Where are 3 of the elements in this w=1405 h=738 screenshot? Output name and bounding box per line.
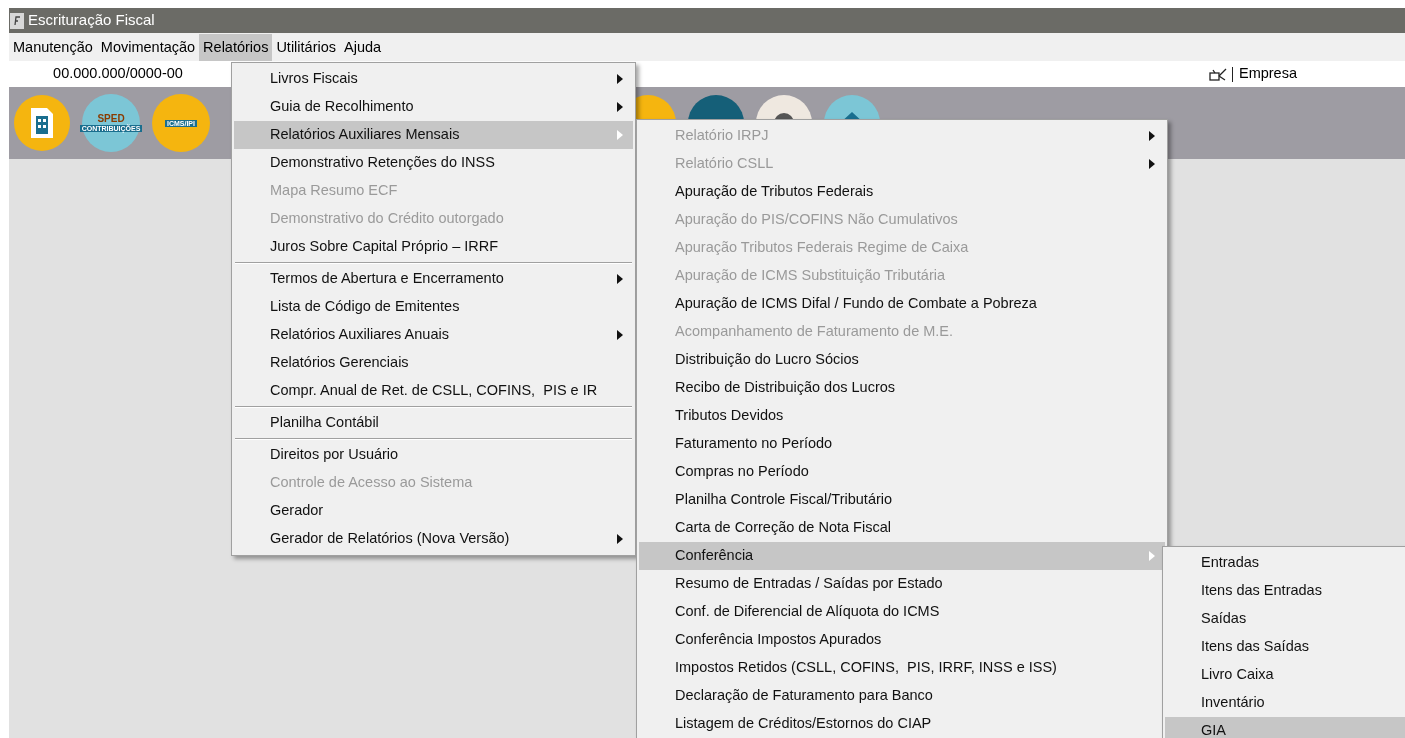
window-title: Escrituração Fiscal: [28, 10, 155, 31]
badge-label: SPED: [96, 114, 126, 124]
company-label: Empresa: [1238, 64, 1297, 84]
